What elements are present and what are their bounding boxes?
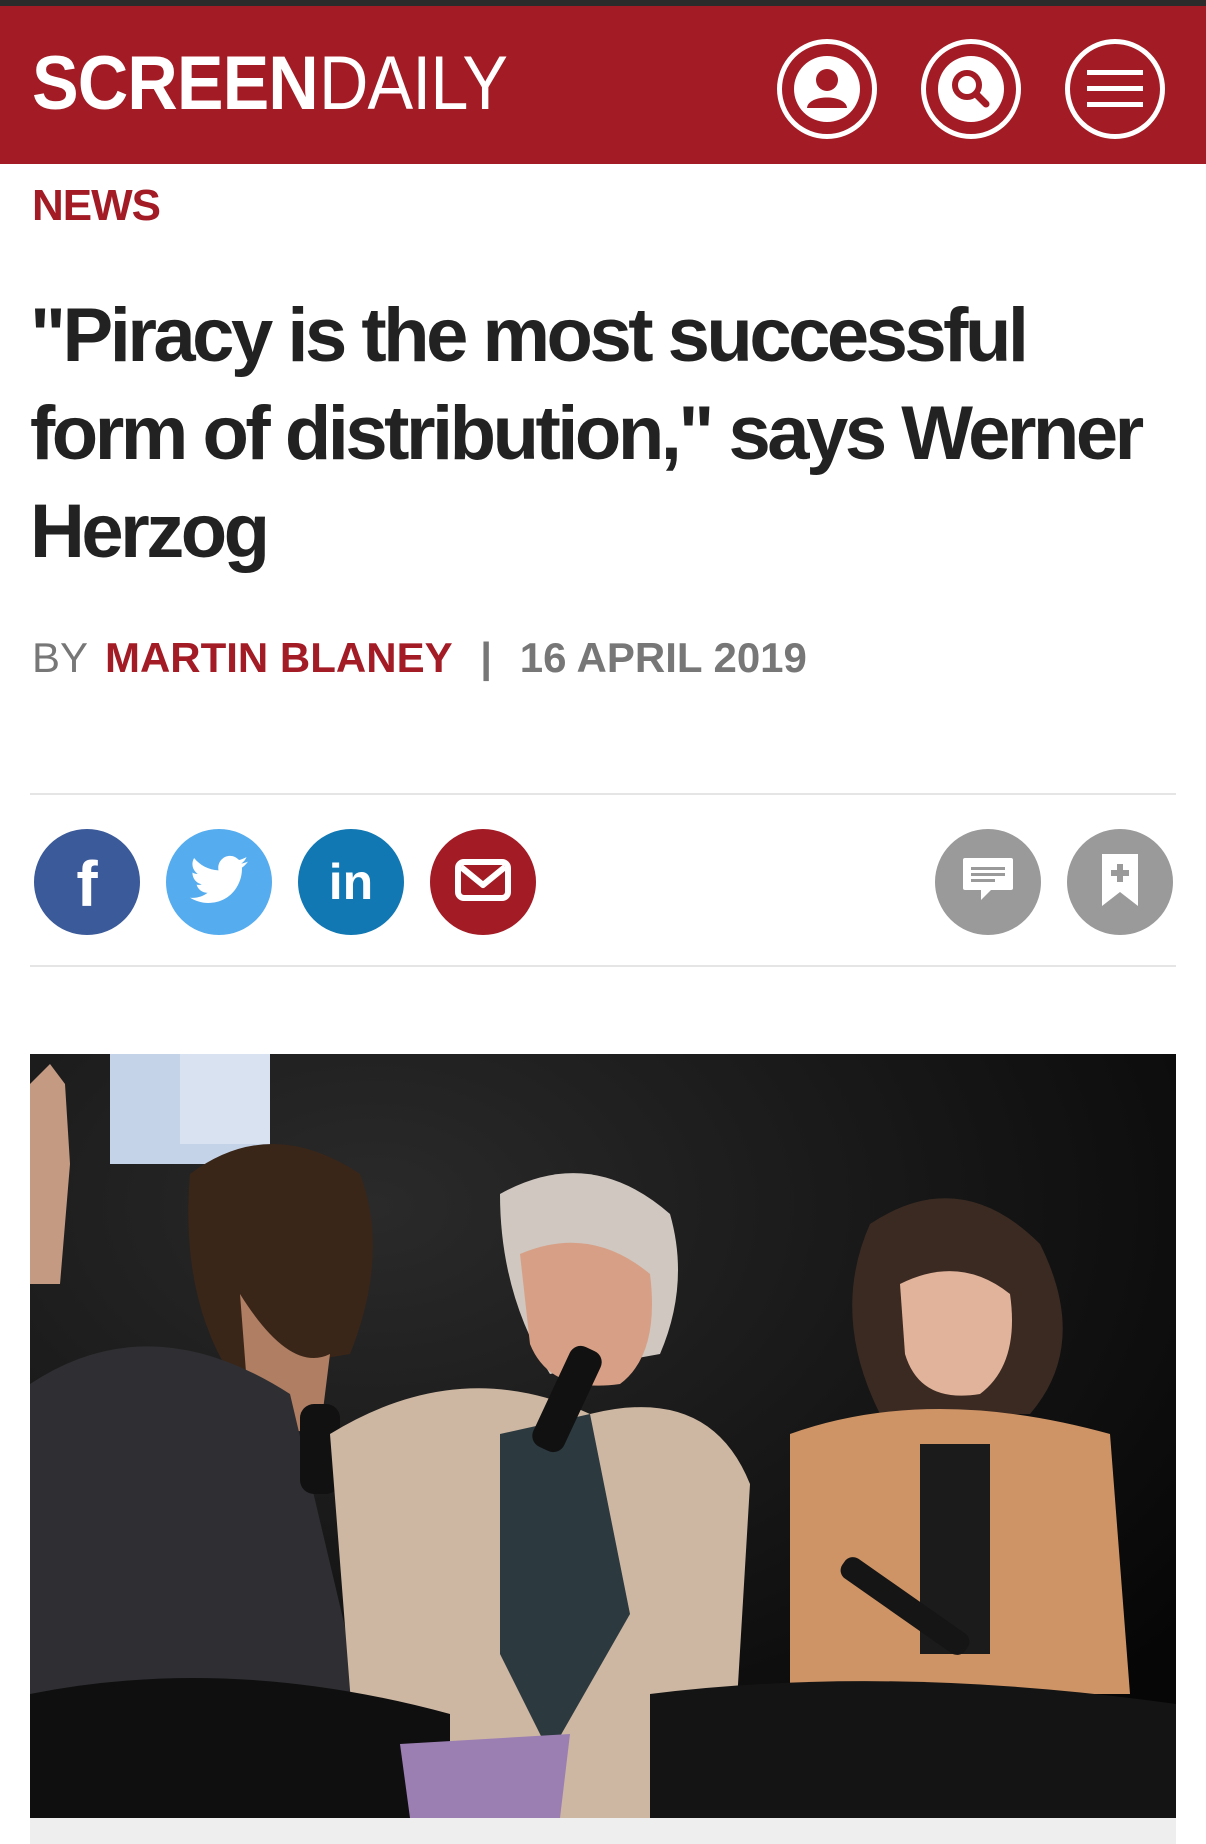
logo-daily: DAILY <box>318 41 508 126</box>
facebook-share-button[interactable]: f <box>34 829 140 935</box>
hero-photo-illustration <box>30 1054 1176 1818</box>
comments-button[interactable] <box>935 829 1041 935</box>
caption-strip <box>30 1818 1176 1844</box>
logo-screen: SCREEN <box>32 41 319 126</box>
site-header: SCREENDAILY <box>0 6 1206 164</box>
envelope-icon <box>455 858 511 906</box>
account-button[interactable] <box>777 39 877 139</box>
linkedin-share-button[interactable]: in <box>298 829 404 935</box>
publish-date: 16 APRIL 2019 <box>519 634 807 681</box>
bookmark-add-icon <box>1100 852 1140 913</box>
facebook-icon: f <box>76 848 98 920</box>
user-icon <box>794 56 860 122</box>
menu-icon <box>1085 64 1145 114</box>
byline: BY MARTIN BLANEY | 16 APRIL 2019 <box>32 632 807 684</box>
article-hero-photo <box>30 1054 1176 1818</box>
divider-top <box>30 793 1176 795</box>
author-link[interactable]: MARTIN BLANEY <box>105 634 453 681</box>
search-icon <box>938 56 1004 122</box>
site-logo[interactable]: SCREENDAILY <box>32 44 528 124</box>
search-button[interactable] <box>921 39 1021 139</box>
email-share-button[interactable] <box>430 829 536 935</box>
byline-separator: | <box>480 634 493 681</box>
comment-icon <box>961 856 1015 909</box>
menu-button[interactable] <box>1065 39 1165 139</box>
byline-prefix: BY <box>32 634 88 681</box>
twitter-bird-icon <box>190 855 248 910</box>
twitter-share-button[interactable] <box>166 829 272 935</box>
bookmark-button[interactable] <box>1067 829 1173 935</box>
section-label[interactable]: NEWS <box>32 180 161 232</box>
divider-bottom <box>30 965 1176 967</box>
article-headline: "Piracy is the most successful form of d… <box>30 293 1144 574</box>
linkedin-icon: in <box>328 854 374 910</box>
